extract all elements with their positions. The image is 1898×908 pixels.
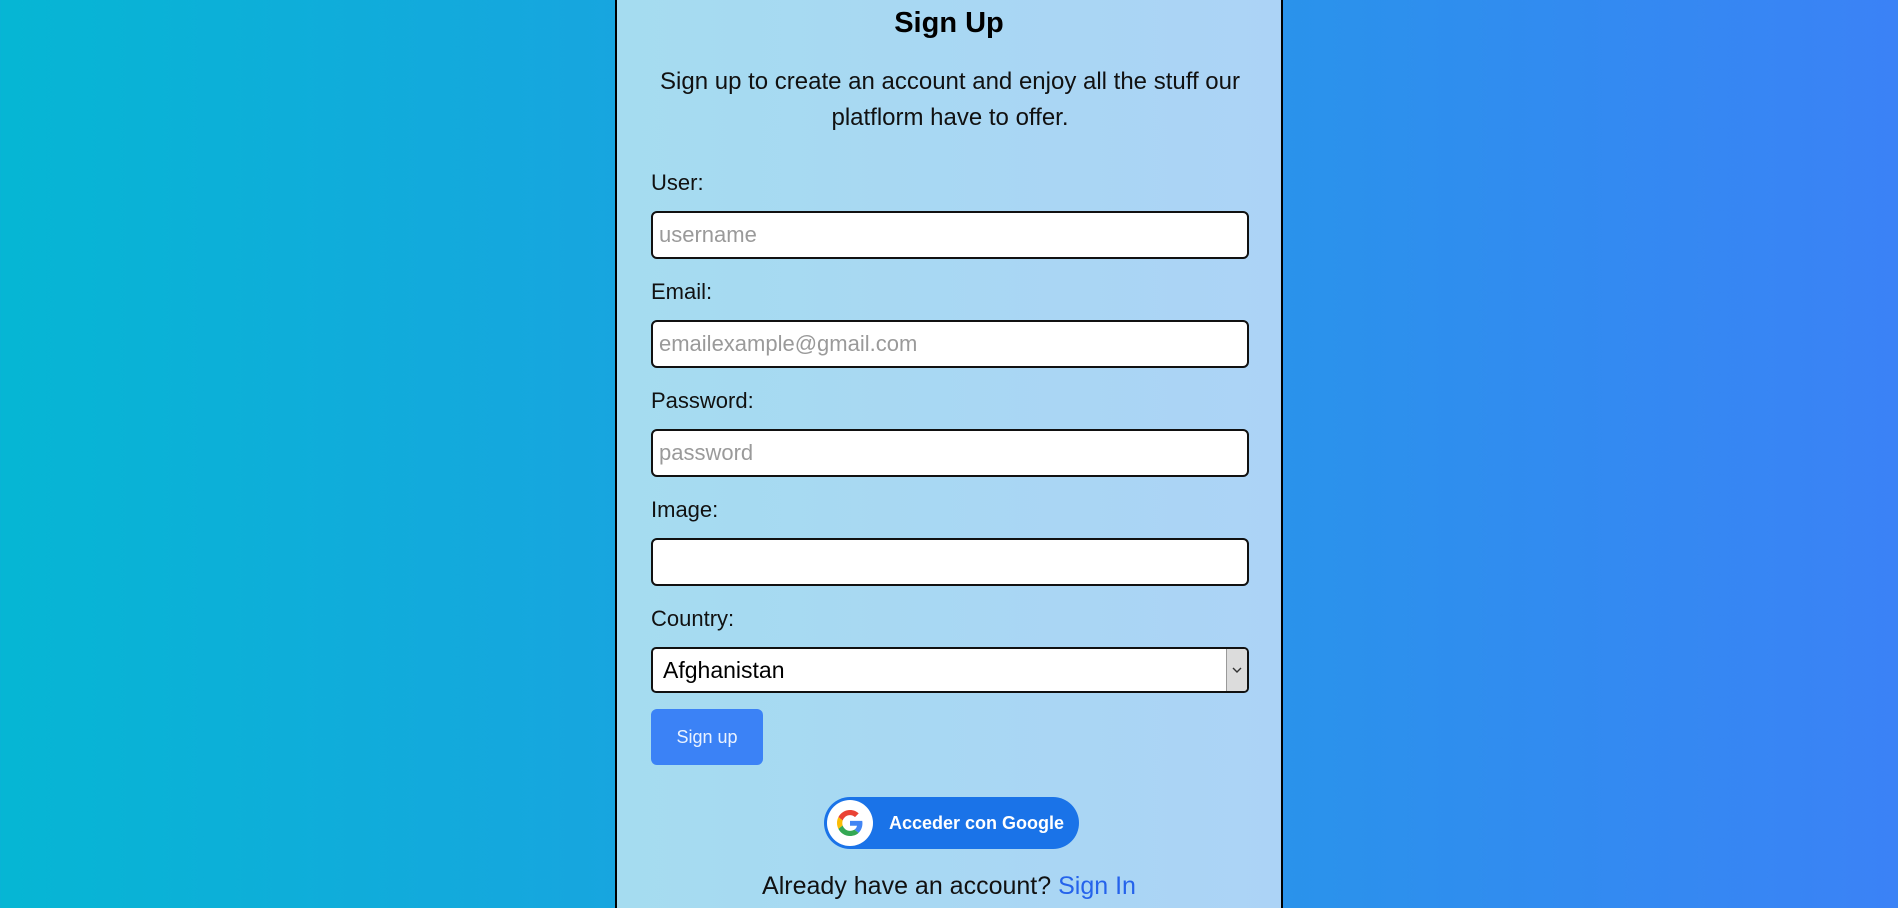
sign-in-link[interactable]: Sign In <box>1058 872 1136 900</box>
google-button-label: Acceder con Google <box>889 812 1065 833</box>
email-label: Email: <box>651 279 713 304</box>
password-label: Password: <box>651 388 754 413</box>
google-sign-in-button[interactable]: Acceder con Google <box>824 797 1079 849</box>
username-input[interactable] <box>651 211 1249 259</box>
chevron-down-icon[interactable] <box>1226 649 1247 691</box>
google-g-icon <box>827 800 873 846</box>
image-input[interactable] <box>651 538 1249 586</box>
country-select[interactable]: Afghanistan <box>651 647 1249 693</box>
signup-card: Sign Up Sign up to create an account and… <box>615 0 1283 908</box>
page-title: Sign Up <box>894 7 1004 39</box>
image-label: Image: <box>651 497 719 522</box>
password-input[interactable] <box>651 429 1249 477</box>
user-label: User: <box>651 170 704 195</box>
sign-up-button[interactable]: Sign up <box>651 709 763 765</box>
country-label: Country: <box>651 606 735 631</box>
country-select-value: Afghanistan <box>663 657 785 683</box>
sign-in-prompt: Already have an account? Sign In <box>617 872 1281 901</box>
email-input[interactable] <box>651 320 1249 368</box>
page-subtitle: Sign up to create an account and enjoy a… <box>660 68 1240 131</box>
already-text: Already have an account? <box>762 872 1052 900</box>
